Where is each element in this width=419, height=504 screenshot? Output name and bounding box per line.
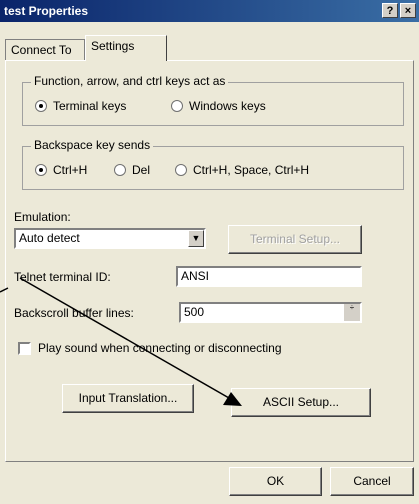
radio-windows-keys[interactable]: Windows keys [171, 99, 266, 113]
play-sound-checkbox[interactable] [18, 342, 31, 355]
tab-connect-to[interactable]: Connect To [5, 39, 85, 60]
backscroll-input[interactable]: 500 ÷ [179, 302, 362, 323]
radio-ctrl-h-space-control[interactable] [175, 164, 187, 176]
terminal-setup-button[interactable]: Terminal Setup... [228, 225, 362, 254]
radio-ctrl-h-label: Ctrl+H [53, 163, 88, 177]
chevron-down-icon[interactable]: ▼ [188, 230, 204, 247]
settings-panel: Function, arrow, and ctrl keys act as Te… [5, 60, 414, 462]
backspace-group: Backspace key sends Ctrl+H Del Ctrl+H, S… [22, 138, 404, 190]
backspace-legend: Backspace key sends [31, 138, 154, 152]
radio-windows-keys-label: Windows keys [189, 99, 266, 113]
radio-del[interactable]: Del [114, 163, 150, 177]
radio-ctrl-h[interactable]: Ctrl+H [35, 163, 87, 177]
spin-arrows-icon[interactable]: ÷ [344, 304, 360, 321]
function-keys-group: Function, arrow, and ctrl keys act as Te… [22, 74, 404, 126]
radio-ctrl-h-space[interactable]: Ctrl+H, Space, Ctrl+H [175, 163, 309, 177]
function-keys-legend: Function, arrow, and ctrl keys act as [31, 74, 229, 88]
radio-ctrl-h-space-label: Ctrl+H, Space, Ctrl+H [193, 163, 310, 177]
radio-del-label: Del [132, 163, 151, 177]
telnet-id-label: Telnet terminal ID: [14, 270, 111, 284]
title-bar: test Properties ? × [0, 0, 419, 22]
radio-terminal-keys-label: Terminal keys [53, 99, 127, 113]
radio-ctrl-h-control[interactable] [35, 164, 47, 176]
window-title: test Properties [4, 4, 89, 18]
telnet-id-input[interactable]: ANSI [176, 266, 362, 287]
radio-del-control[interactable] [114, 164, 126, 176]
help-button[interactable]: ? [382, 3, 398, 18]
emulation-select[interactable]: Auto detect ▼ [14, 228, 206, 249]
radio-terminal-keys[interactable]: Terminal keys [35, 99, 126, 113]
play-sound-label: Play sound when connecting or disconnect… [38, 341, 282, 355]
radio-windows-keys-control[interactable] [171, 100, 183, 112]
cancel-button[interactable]: Cancel [330, 467, 414, 496]
ascii-setup-button[interactable]: ASCII Setup... [231, 388, 371, 417]
emulation-value: Auto detect [19, 231, 80, 245]
close-button[interactable]: × [400, 3, 416, 18]
tab-settings[interactable]: Settings [85, 35, 167, 61]
emulation-label: Emulation: [14, 210, 71, 224]
radio-terminal-keys-control[interactable] [35, 100, 47, 112]
backscroll-value: 500 [184, 305, 205, 319]
backscroll-label: Backscroll buffer lines: [14, 306, 134, 320]
input-translation-button[interactable]: Input Translation... [62, 384, 194, 413]
ok-button[interactable]: OK [229, 467, 322, 496]
